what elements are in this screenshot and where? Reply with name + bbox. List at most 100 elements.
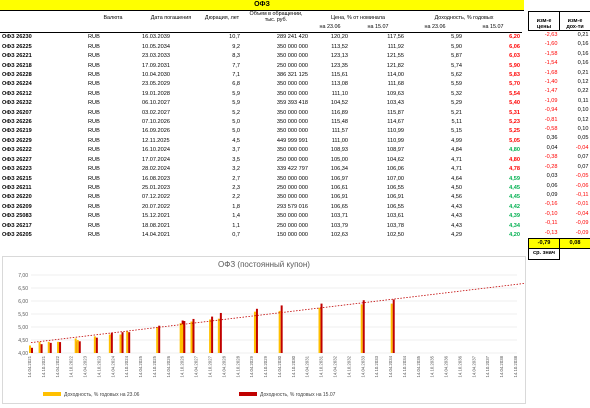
yield-change: -0,01 — [560, 200, 590, 209]
x-tick-label: 14.10.2026 — [180, 355, 185, 377]
price-d1: 116,89 — [310, 109, 350, 118]
changes-row: 0,09-0,11 — [529, 191, 590, 200]
yield-d1: 4,50 — [406, 184, 464, 193]
legend-label-d1: Доходность, % годовых на 23.06 — [64, 392, 140, 398]
yield-d2: 5,31 — [464, 109, 522, 118]
volume: 350 000 000 — [242, 175, 310, 184]
yield-d2: 4,39 — [464, 212, 522, 221]
bond-name: ОФЗ 26222 — [0, 146, 86, 155]
bond-name: ОФЗ 26225 — [0, 43, 86, 52]
yield-d1: 4,56 — [406, 193, 464, 202]
trend-line — [31, 283, 525, 343]
changes-row: 0,03-0,05 — [529, 172, 590, 181]
volume: 449 999 991 — [242, 137, 310, 146]
price-d2: 102,50 — [350, 231, 406, 240]
bond-name: ОФЗ 26220 — [0, 193, 86, 202]
spreadsheet: ОФЗ Валюта Дата погашения Дюрация, лет О… — [0, 0, 590, 403]
changes-row: -1,680,21 — [529, 69, 590, 78]
yield-change: 0,07 — [560, 153, 590, 162]
maturity-date: 14.04.2021 — [140, 231, 202, 240]
maturity-date: 20.07.2022 — [140, 203, 202, 212]
avg-price-change: -0,79 — [529, 238, 560, 248]
bond-name: ОФЗ 26215 — [0, 175, 86, 184]
bar-yield-d2 — [41, 344, 43, 353]
volume: 350 000 000 — [242, 118, 310, 127]
table-row: ОФЗ 25083RUB15.12.20211,4350 000 000103,… — [0, 212, 522, 221]
table-row: ОФЗ 26226RUB07.10.20265,0350 000 000115,… — [0, 118, 522, 127]
yield-d1: 4,99 — [406, 137, 464, 146]
changes-row: -1,090,11 — [529, 97, 590, 106]
yield-d2: 5,83 — [464, 71, 522, 80]
table-row: ОФЗ 26220RUB07.12.20222,2350 000 000106,… — [0, 193, 522, 202]
yield-d1: 4,71 — [406, 165, 464, 174]
maturity-date: 06.10.2027 — [140, 99, 202, 108]
changes-row: -1,540,16 — [529, 59, 590, 68]
duration: 9,2 — [202, 43, 242, 52]
y-tick-label: 4,50 — [18, 338, 28, 344]
bar-yield-d2 — [50, 343, 52, 353]
currency: RUB — [86, 99, 140, 108]
yield-change: 0,12 — [560, 78, 590, 87]
price-change: -0,13 — [529, 229, 560, 239]
volume: 289 241 420 — [242, 33, 310, 43]
price-d1: 102,63 — [310, 231, 350, 240]
bar-yield-d1 — [29, 345, 31, 353]
x-tick-label: 14.10.2035 — [430, 355, 435, 377]
duration: 7,1 — [202, 71, 242, 80]
bar-yield-d1 — [120, 335, 122, 353]
duration: 5,9 — [202, 99, 242, 108]
yield-d2: 6,20 — [464, 33, 522, 43]
x-tick-label: 14.10.2036 — [457, 355, 462, 377]
duration: 5,0 — [202, 118, 242, 127]
yield-change: -0,09 — [560, 219, 590, 228]
maturity-date: 15.12.2021 — [140, 212, 202, 221]
col-chg-yield: изм-е дох-ти — [560, 12, 590, 31]
bar-yield-d2 — [158, 326, 160, 353]
price-d1: 113,08 — [310, 80, 350, 89]
yield-change: 0,21 — [560, 31, 590, 41]
x-tick-label: 14.10.2021 — [41, 355, 46, 377]
yield-d1: 4,71 — [406, 156, 464, 165]
duration: 10,7 — [202, 33, 242, 43]
x-tick-label: 14.10.2037 — [485, 355, 490, 377]
duration: 0,7 — [202, 231, 242, 240]
bar-yield-d2 — [321, 304, 323, 353]
col-price-d1: на 23.06 — [310, 23, 350, 33]
legend-swatch-d2 — [239, 392, 257, 396]
yield-d2: 5,54 — [464, 90, 522, 99]
yield-d1: 5,59 — [406, 80, 464, 89]
bar-yield-d2 — [96, 338, 98, 353]
duration: 8,3 — [202, 52, 242, 61]
duration: 7,7 — [202, 62, 242, 71]
maturity-date: 17.07.2024 — [140, 156, 202, 165]
price-d1: 105,00 — [310, 156, 350, 165]
bar-yield-d2 — [192, 319, 194, 353]
price-d1: 106,34 — [310, 165, 350, 174]
bar-yield-d2 — [183, 321, 185, 353]
price-d2: 106,55 — [350, 203, 406, 212]
x-tick-label: 14.04.2024 — [110, 355, 115, 377]
yield-d1: 5,99 — [406, 33, 464, 43]
x-tick-label: 14.04.2036 — [444, 355, 449, 377]
maturity-date: 10.04.2030 — [140, 71, 202, 80]
yield-d1: 4,64 — [406, 175, 464, 184]
maturity-date: 25.01.2023 — [140, 184, 202, 193]
currency: RUB — [86, 127, 140, 136]
price-d2: 115,87 — [350, 109, 406, 118]
price-change: -0,81 — [529, 116, 560, 125]
currency: RUB — [86, 203, 140, 212]
y-tick-label: 5,00 — [18, 325, 28, 331]
price-d1: 111,00 — [310, 137, 350, 146]
changes-row: 0,360,05 — [529, 134, 590, 143]
yield-d2: 5,40 — [464, 99, 522, 108]
col-currency: Валюта — [86, 11, 140, 23]
yield-change: 0,10 — [560, 106, 590, 115]
volume: 350 000 000 — [242, 90, 310, 99]
bar-yield-d1 — [57, 342, 59, 353]
chart-canvas: 7,006,506,005,505,004,504,0014.04.202114… — [3, 257, 525, 403]
bar-yield-d1 — [75, 338, 77, 353]
changes-row: -1,400,12 — [529, 78, 590, 87]
yield-chart: ОФЗ (постоянный купон) 7,006,506,005,505… — [2, 256, 526, 404]
duration: 3,7 — [202, 146, 242, 155]
bar-yield-d1 — [361, 304, 363, 353]
